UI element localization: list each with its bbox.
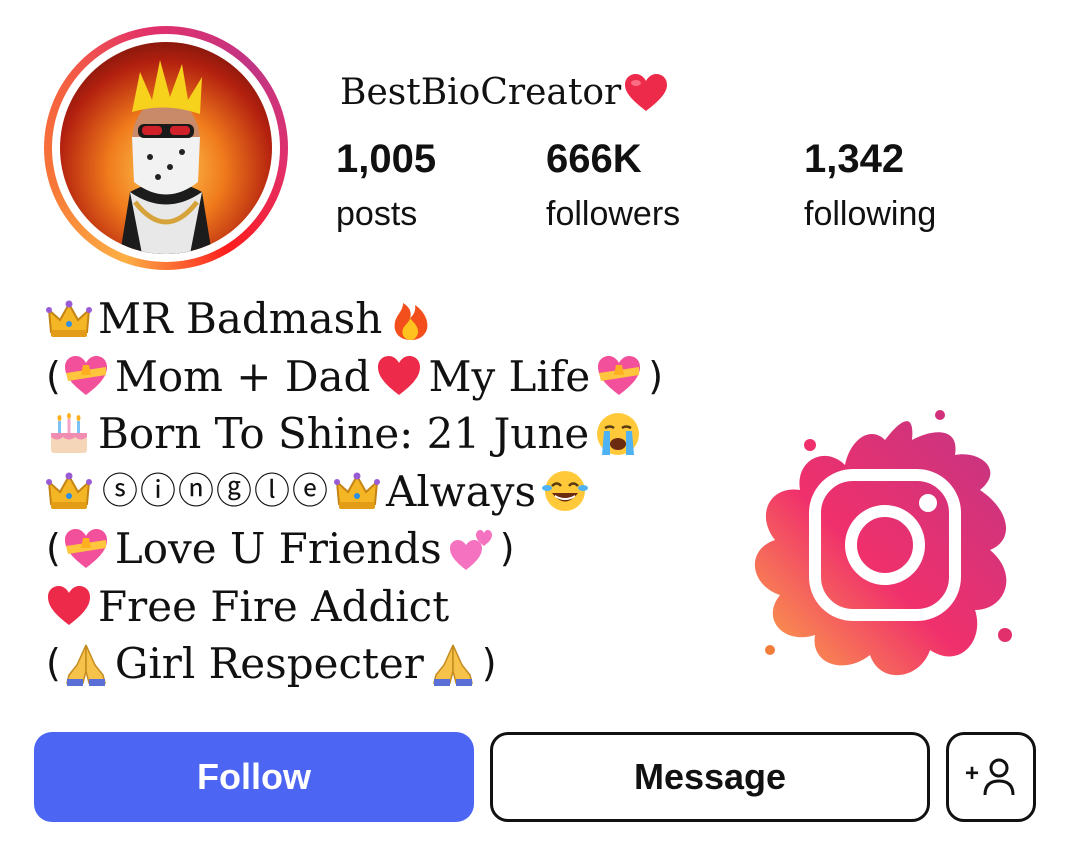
fire-icon: [394, 302, 428, 340]
instagram-logo-icon: [754, 410, 1012, 676]
open-paren: (: [46, 641, 61, 685]
loudly-crying-face-icon: [597, 412, 640, 455]
red-heart-icon: [378, 356, 421, 396]
red-heart-icon: [48, 586, 90, 626]
heart-with-ribbon-icon: [64, 528, 107, 568]
bio-line: ( Girl Respecter ): [46, 635, 663, 693]
bio-text: Girl Respecter: [114, 639, 424, 688]
bio-line: MR Badmash: [46, 290, 663, 348]
avatar-image: [120, 60, 212, 254]
folded-hands-icon: [65, 644, 106, 686]
bio-text: My Life: [428, 351, 591, 401]
bio-line: ⓢⓘⓝⓖⓛⓔ Always: [46, 463, 663, 521]
bio-line: Born To Shine: 21 June: [46, 405, 663, 463]
stat-posts[interactable]: 1,005 posts: [336, 136, 436, 238]
crown-icon: [46, 300, 92, 337]
stat-followers-value: 666K: [546, 137, 642, 181]
stat-following-label: following: [804, 195, 937, 233]
bio-text: Love U Friends: [114, 524, 442, 573]
profile-bio: MR Badmash ( Mom + Dad My Life ) Born To…: [46, 290, 663, 693]
face-with-tears-of-joy-icon: [542, 471, 589, 512]
crown-icon: [334, 472, 381, 510]
bio-line: ( Love U Friends ): [46, 520, 663, 578]
red-heart-icon: [625, 73, 668, 111]
bio-circled-text: ⓢⓘⓝⓖⓛⓔ: [102, 470, 331, 512]
follow-button[interactable]: Follow: [34, 732, 474, 822]
stat-followers[interactable]: 666K followers: [546, 136, 680, 238]
add-friend-plus: +: [965, 760, 979, 787]
close-paren: ): [481, 641, 497, 685]
close-paren: ): [499, 526, 515, 570]
open-paren: (: [46, 353, 61, 398]
two-hearts-icon: [449, 529, 492, 570]
open-paren: (: [46, 526, 61, 570]
bio-line: ( Mom + Dad My Life ): [46, 348, 663, 406]
stat-posts-value: 1,005: [336, 137, 437, 181]
bio-text: MR Badmash: [98, 294, 383, 343]
bio-text: Born To Shine: 21 June: [98, 409, 590, 458]
heart-with-ribbon-icon: [64, 356, 107, 396]
stat-followers-label: followers: [546, 195, 681, 233]
heart-with-ribbon-icon: [598, 356, 641, 396]
bio-text: Mom + Dad: [114, 351, 371, 401]
avatar-frame: [52, 34, 280, 262]
avatar[interactable]: [60, 42, 272, 254]
add-friend-button[interactable]: +: [946, 732, 1036, 822]
birthday-cake-icon: [51, 412, 87, 453]
crown-icon: [46, 472, 92, 510]
bio-line: Free Fire Addict: [46, 578, 663, 636]
username-text: BestBioCreator: [340, 72, 622, 113]
bio-text: Free Fire Addict: [98, 581, 450, 631]
stat-following-value: 1,342: [804, 137, 905, 181]
profile-username: BestBioCreator: [340, 72, 669, 113]
message-button[interactable]: Message: [490, 732, 930, 822]
folded-hands-icon: [432, 644, 473, 686]
stat-posts-label: posts: [336, 195, 418, 233]
avatar-story-ring[interactable]: [44, 26, 288, 270]
stat-following[interactable]: 1,342 following: [804, 136, 936, 238]
add-person-icon: +: [965, 758, 1015, 796]
bio-text: Always: [386, 466, 537, 516]
close-paren: ): [648, 353, 664, 398]
